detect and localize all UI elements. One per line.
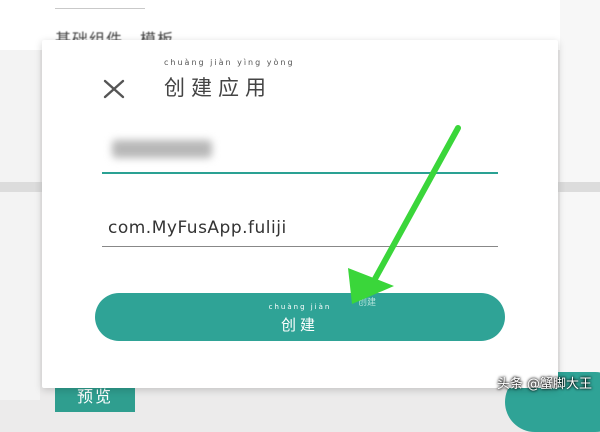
app-name-field[interactable]	[102, 128, 498, 174]
divider	[55, 8, 145, 9]
package-name-field[interactable]: com.MyFusApp.fuliji	[102, 212, 498, 247]
app-name-value-redacted	[112, 140, 212, 158]
close-icon[interactable]	[102, 75, 128, 101]
dialog-title: chuàng jiàn yìng yòng 创建应用	[164, 58, 293, 102]
background-right-panel	[560, 0, 600, 400]
watermark: 头条 @蟹脚大王	[496, 377, 592, 392]
title-pinyin: chuàng jiàn yìng yòng	[164, 58, 295, 67]
create-button-ghost-text: 创建	[358, 298, 377, 308]
package-name-value: com.MyFusApp.fuliji	[108, 218, 287, 238]
dialog-title-text: 创建应用	[164, 76, 272, 100]
background-left-panel	[0, 50, 40, 400]
create-app-dialog: chuàng jiàn yìng yòng 创建应用 com.MyFusApp.…	[42, 40, 558, 388]
create-button-pinyin: chuàng jiàn	[268, 303, 332, 311]
create-button[interactable]: chuàng jiàn 创建 创建	[95, 293, 505, 341]
create-button-label: 创建	[280, 316, 319, 334]
